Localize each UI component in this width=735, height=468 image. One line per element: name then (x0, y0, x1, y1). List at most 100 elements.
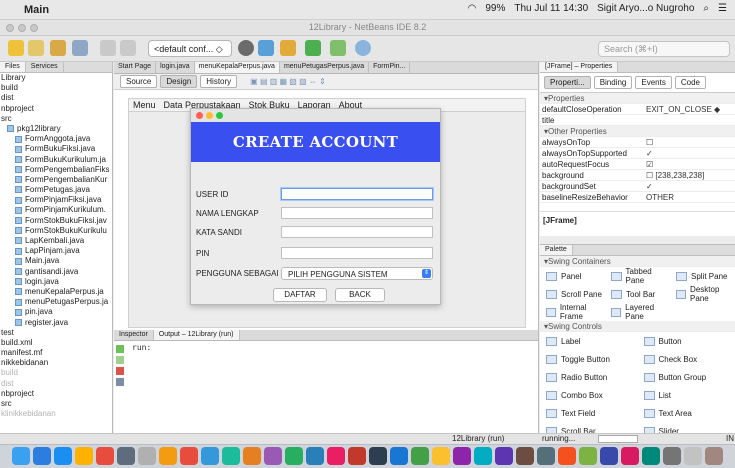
palette-item[interactable]: Layered Pane (605, 303, 670, 321)
tree-item[interactable]: FormAnggota.java (0, 134, 112, 144)
align-tools-icon[interactable]: ▣ ▤ ▥ ▦ ▧ ▨ ⇔ ⇕ (250, 77, 326, 86)
tree-item[interactable]: FormStokBukuKurikulu (0, 226, 112, 236)
tab-files[interactable]: Files (0, 62, 26, 72)
swing-controls-section[interactable]: ▾ Swing Controls (540, 321, 735, 332)
tab-output[interactable]: Output – 12Library (run) (153, 330, 240, 340)
tree-item[interactable]: gantisandi.java (0, 267, 112, 277)
tree-item[interactable]: menuKepalaPerpus.ja (0, 287, 112, 297)
dock-app-icon[interactable] (222, 447, 240, 465)
palette-item[interactable]: List (638, 390, 735, 400)
tree-item[interactable]: FormPinjamFiksi.java (0, 195, 112, 205)
dock-app-icon[interactable] (453, 447, 471, 465)
profile-icon[interactable] (355, 40, 371, 56)
dock-app-icon[interactable] (705, 447, 723, 465)
rerun-config-icon[interactable] (116, 356, 124, 364)
dock-app-icon[interactable] (264, 447, 282, 465)
redo-icon[interactable] (120, 40, 136, 56)
tree-item[interactable]: build.xml (0, 338, 112, 348)
palette-item[interactable]: Text Field (540, 408, 638, 418)
dock-app-icon[interactable] (243, 447, 261, 465)
tree-item[interactable]: dist (0, 93, 112, 103)
tree-item[interactable]: Main.java (0, 256, 112, 266)
dock-app-icon[interactable] (411, 447, 429, 465)
debug-icon[interactable] (330, 40, 346, 56)
kata-sandi-input[interactable] (281, 226, 433, 238)
user-id-input[interactable] (281, 188, 433, 200)
dock-app-icon[interactable] (600, 447, 618, 465)
spotlight-icon[interactable]: ⌕ (703, 3, 709, 14)
property-row[interactable]: defaultCloseOperation EXIT_ON_CLOSE ◆ (540, 104, 735, 115)
palette-item[interactable]: Check Box (638, 354, 735, 364)
tab-code[interactable]: Code (674, 76, 706, 89)
build-icon[interactable] (238, 40, 254, 56)
dock-app-icon[interactable] (117, 447, 135, 465)
dialog-zoom-button[interactable] (216, 112, 223, 119)
property-row[interactable]: autoRequestFocus ☑ (540, 159, 735, 170)
properties-section[interactable]: ▾ Properties (540, 93, 735, 104)
tree-item[interactable]: build (0, 83, 112, 93)
rerun-icon[interactable] (116, 345, 124, 353)
tree-item[interactable]: pkg12library (0, 124, 112, 134)
save-all-icon[interactable] (72, 40, 88, 56)
dock-app-icon[interactable] (474, 447, 492, 465)
tab-binding[interactable]: Binding (593, 76, 633, 89)
dialog-close-button[interactable] (196, 112, 203, 119)
property-value[interactable]: EXIT_ON_CLOSE ◆ (642, 104, 735, 114)
tab-services[interactable]: Services (26, 62, 64, 72)
dialog-minimize-button[interactable] (206, 112, 213, 119)
dock-app-icon[interactable] (516, 447, 534, 465)
palette-item[interactable]: Radio Button (540, 372, 638, 382)
palette-item[interactable]: Scroll Pane (540, 289, 605, 299)
property-row[interactable]: baselineResizeBehavior OTHER (540, 192, 735, 203)
tab-events[interactable]: Events (635, 76, 672, 89)
tree-item[interactable]: menuPetugasPerpus.ja (0, 297, 112, 307)
tab-properties[interactable]: Properti... (544, 76, 591, 89)
user-name[interactable]: Sigit Aryo...o Nugroho (597, 3, 694, 14)
dock-app-icon[interactable] (348, 447, 366, 465)
property-row[interactable]: alwaysOnTopSupported ✓ (540, 148, 735, 159)
tree-item[interactable]: src (0, 399, 112, 409)
palette-item[interactable]: Split Pane (670, 271, 735, 281)
dock-app-icon[interactable] (327, 447, 345, 465)
new-project-icon[interactable] (8, 40, 24, 56)
document-tab[interactable]: menuKepalaPerpus.java (194, 62, 280, 73)
palette-item[interactable]: Label (540, 336, 638, 346)
palette-item[interactable]: Button Group (638, 372, 735, 382)
tree-item[interactable]: LapPinjam.java (0, 246, 112, 256)
palette-item[interactable]: Combo Box (540, 390, 638, 400)
new-file-icon[interactable] (28, 40, 44, 56)
tree-item[interactable]: FormPetugas.java (0, 185, 112, 195)
tree-item[interactable]: FormBukuKurikulum.ja (0, 155, 112, 165)
open-project-icon[interactable] (50, 40, 66, 56)
clock-label[interactable]: Thu Jul 11 14:30 (514, 3, 588, 14)
dock-app-icon[interactable] (390, 447, 408, 465)
config-select[interactable]: <default conf... ◇ (148, 40, 232, 57)
property-value[interactable]: ✓ (642, 148, 735, 158)
palette-item[interactable]: Text Area (638, 408, 735, 418)
dock-app-icon[interactable] (12, 447, 30, 465)
hammer-icon[interactable] (280, 40, 296, 56)
property-row[interactable]: backgroundSet ✓ (540, 181, 735, 192)
dock-app-icon[interactable] (432, 447, 450, 465)
tree-item[interactable]: nbproject (0, 389, 112, 399)
form-menu-item[interactable]: Menu (133, 100, 156, 110)
tree-item[interactable]: pin.java (0, 307, 112, 317)
swing-containers-section[interactable]: ▾ Swing Containers (540, 256, 735, 267)
nama-lengkap-input[interactable] (281, 207, 433, 219)
tree-item[interactable]: login.java (0, 277, 112, 287)
tree-item[interactable]: klinikkebidanan (0, 409, 112, 419)
pin-input[interactable] (281, 247, 433, 259)
palette-item[interactable]: Toggle Button (540, 354, 638, 364)
dock-app-icon[interactable] (663, 447, 681, 465)
tree-item[interactable]: FormPinjamKurikulum. (0, 205, 112, 215)
dock-app-icon[interactable] (75, 447, 93, 465)
dock-app-icon[interactable] (537, 447, 555, 465)
tree-item[interactable]: FormPengembalianFiks (0, 165, 112, 175)
dock-app-icon[interactable] (642, 447, 660, 465)
clean-build-icon[interactable] (258, 40, 274, 56)
app-menu-name[interactable]: Main (24, 4, 49, 16)
dock-app-icon[interactable] (54, 447, 72, 465)
tree-item[interactable]: test (0, 328, 112, 338)
tree-item[interactable]: register.java (0, 318, 112, 328)
document-tab[interactable]: menuPetugasPerpus.java (280, 62, 370, 73)
